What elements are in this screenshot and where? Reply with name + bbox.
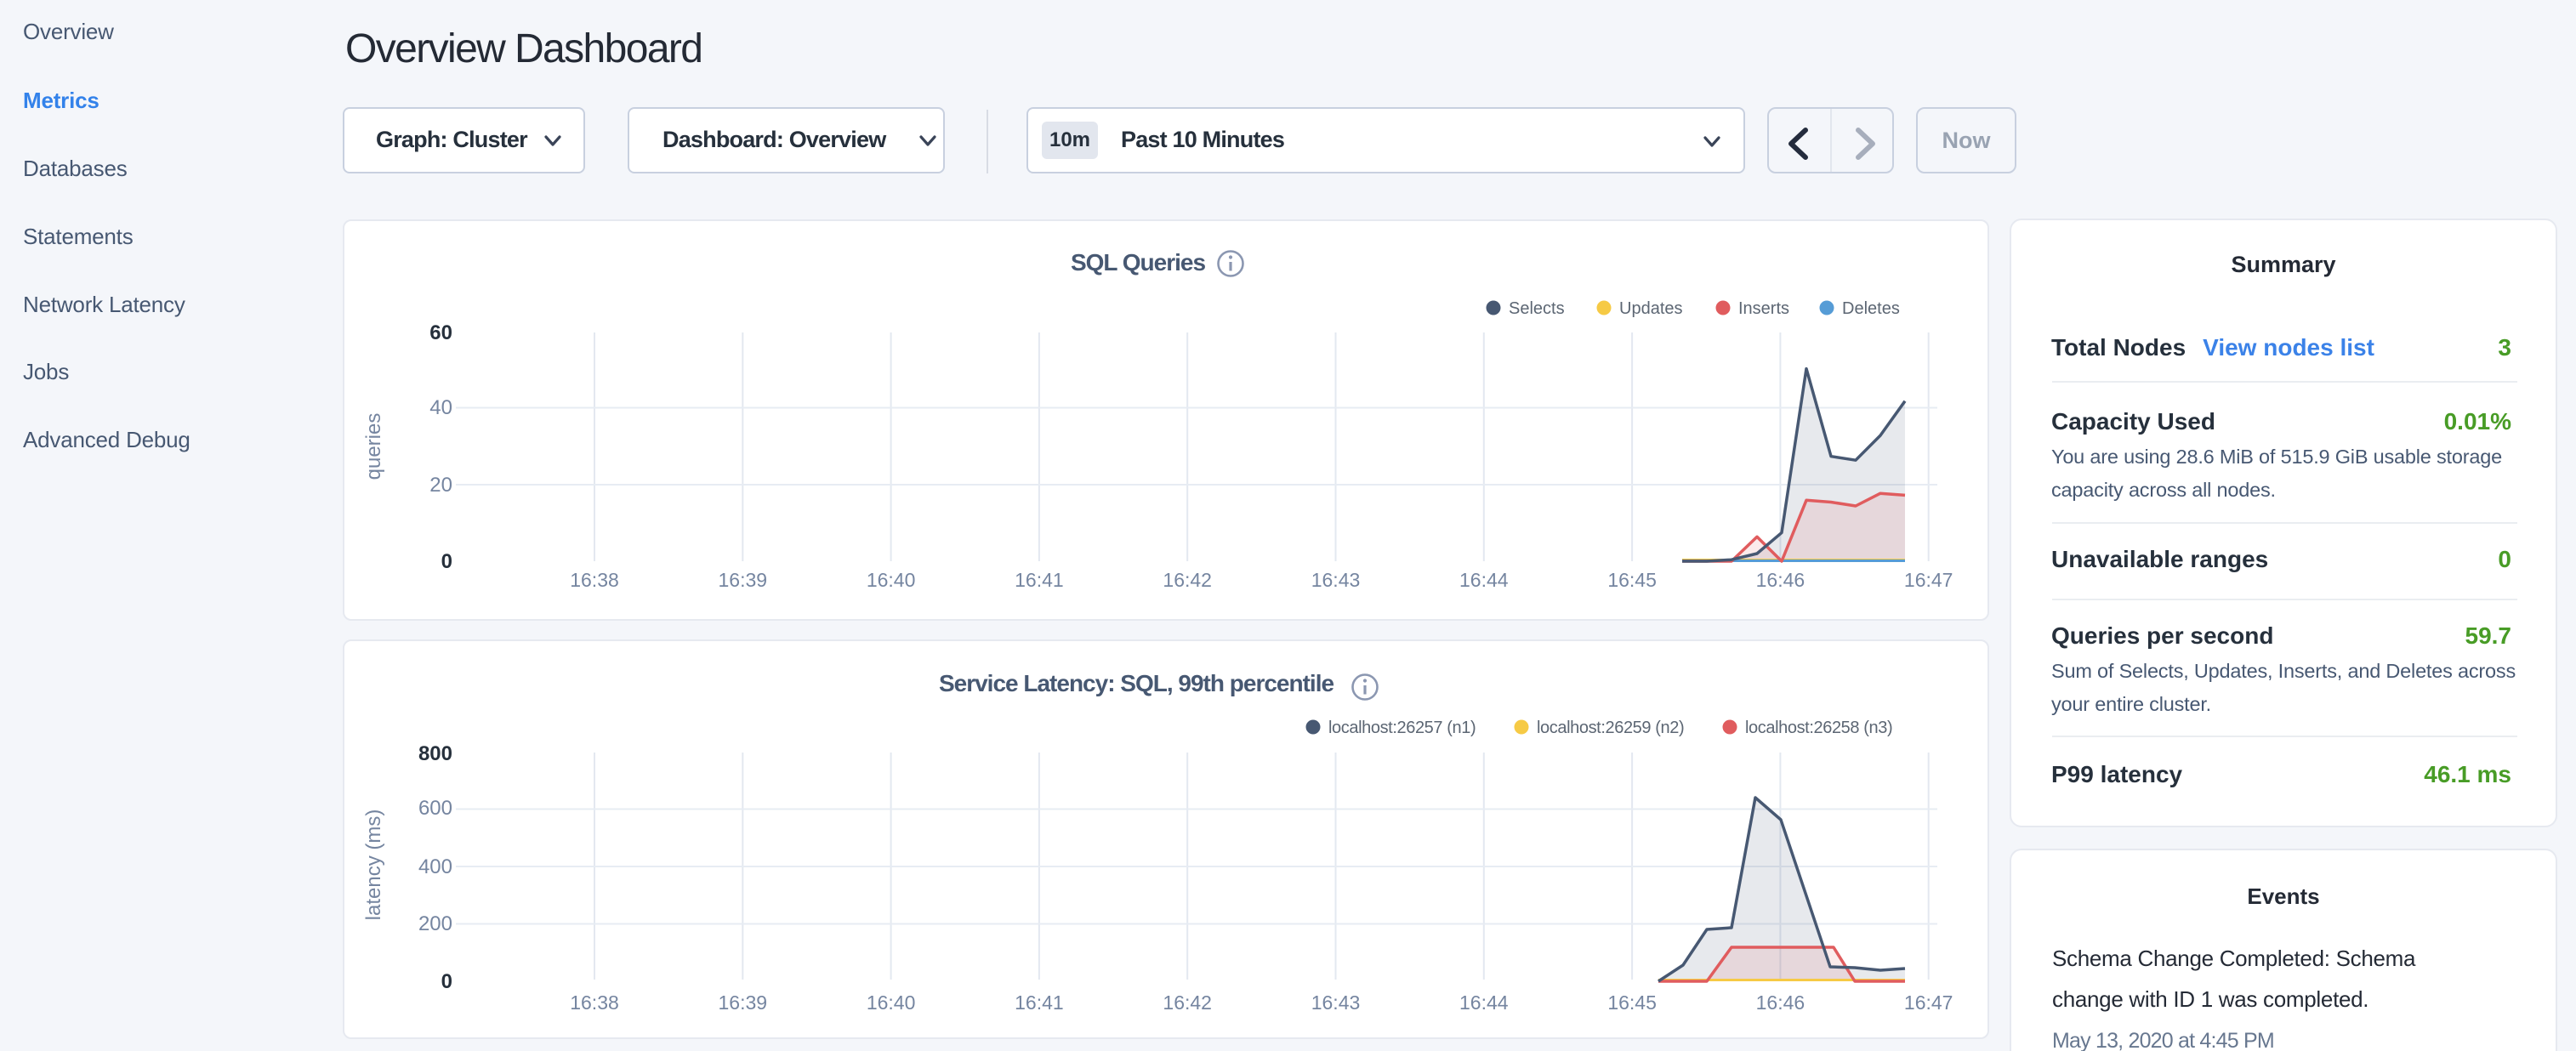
svg-text:16:38: 16:38 — [570, 569, 619, 591]
svg-text:0: 0 — [441, 550, 452, 573]
svg-text:16:43: 16:43 — [1311, 569, 1361, 591]
svg-text:16:46: 16:46 — [1756, 569, 1805, 591]
svg-text:800: 800 — [418, 742, 452, 765]
svg-text:16:44: 16:44 — [1459, 991, 1509, 1014]
svg-text:Deletes: Deletes — [1842, 299, 1900, 318]
svg-text:400: 400 — [418, 855, 452, 878]
svg-text:16:47: 16:47 — [1904, 569, 1953, 591]
svg-text:16:46: 16:46 — [1756, 991, 1805, 1014]
svg-text:Inserts: Inserts — [1738, 299, 1789, 318]
svg-text:16:39: 16:39 — [719, 991, 768, 1014]
svg-text:16:44: 16:44 — [1459, 569, 1509, 591]
svg-text:16:43: 16:43 — [1311, 991, 1361, 1014]
svg-text:Updates: Updates — [1619, 299, 1683, 318]
svg-text:600: 600 — [418, 797, 452, 820]
svg-text:16:45: 16:45 — [1607, 569, 1657, 591]
svg-text:200: 200 — [418, 912, 452, 935]
svg-text:60: 60 — [429, 321, 452, 344]
svg-text:localhost:26258 (n3): localhost:26258 (n3) — [1745, 719, 1892, 737]
svg-text:16:42: 16:42 — [1163, 569, 1212, 591]
svg-text:localhost:26259 (n2): localhost:26259 (n2) — [1537, 719, 1684, 737]
svg-text:latency (ms): latency (ms) — [362, 810, 385, 921]
svg-text:16:39: 16:39 — [719, 569, 768, 591]
svg-text:16:40: 16:40 — [867, 569, 916, 591]
svg-text:Service Latency: SQL, 99th per: Service Latency: SQL, 99th percentile — [939, 670, 1334, 696]
svg-text:16:47: 16:47 — [1904, 991, 1953, 1014]
svg-text:40: 40 — [429, 396, 452, 419]
svg-text:localhost:26257 (n1): localhost:26257 (n1) — [1328, 719, 1476, 737]
svg-text:16:40: 16:40 — [867, 991, 916, 1014]
svg-text:queries: queries — [362, 413, 385, 480]
svg-text:0: 0 — [441, 970, 452, 993]
svg-text:16:42: 16:42 — [1163, 991, 1212, 1014]
svg-text:16:45: 16:45 — [1607, 991, 1657, 1014]
svg-text:Selects: Selects — [1509, 299, 1565, 318]
svg-text:20: 20 — [429, 474, 452, 497]
svg-text:16:38: 16:38 — [570, 991, 619, 1014]
svg-text:16:41: 16:41 — [1015, 569, 1064, 591]
svg-text:16:41: 16:41 — [1015, 991, 1064, 1014]
svg-text:SQL Queries: SQL Queries — [1071, 249, 1206, 276]
